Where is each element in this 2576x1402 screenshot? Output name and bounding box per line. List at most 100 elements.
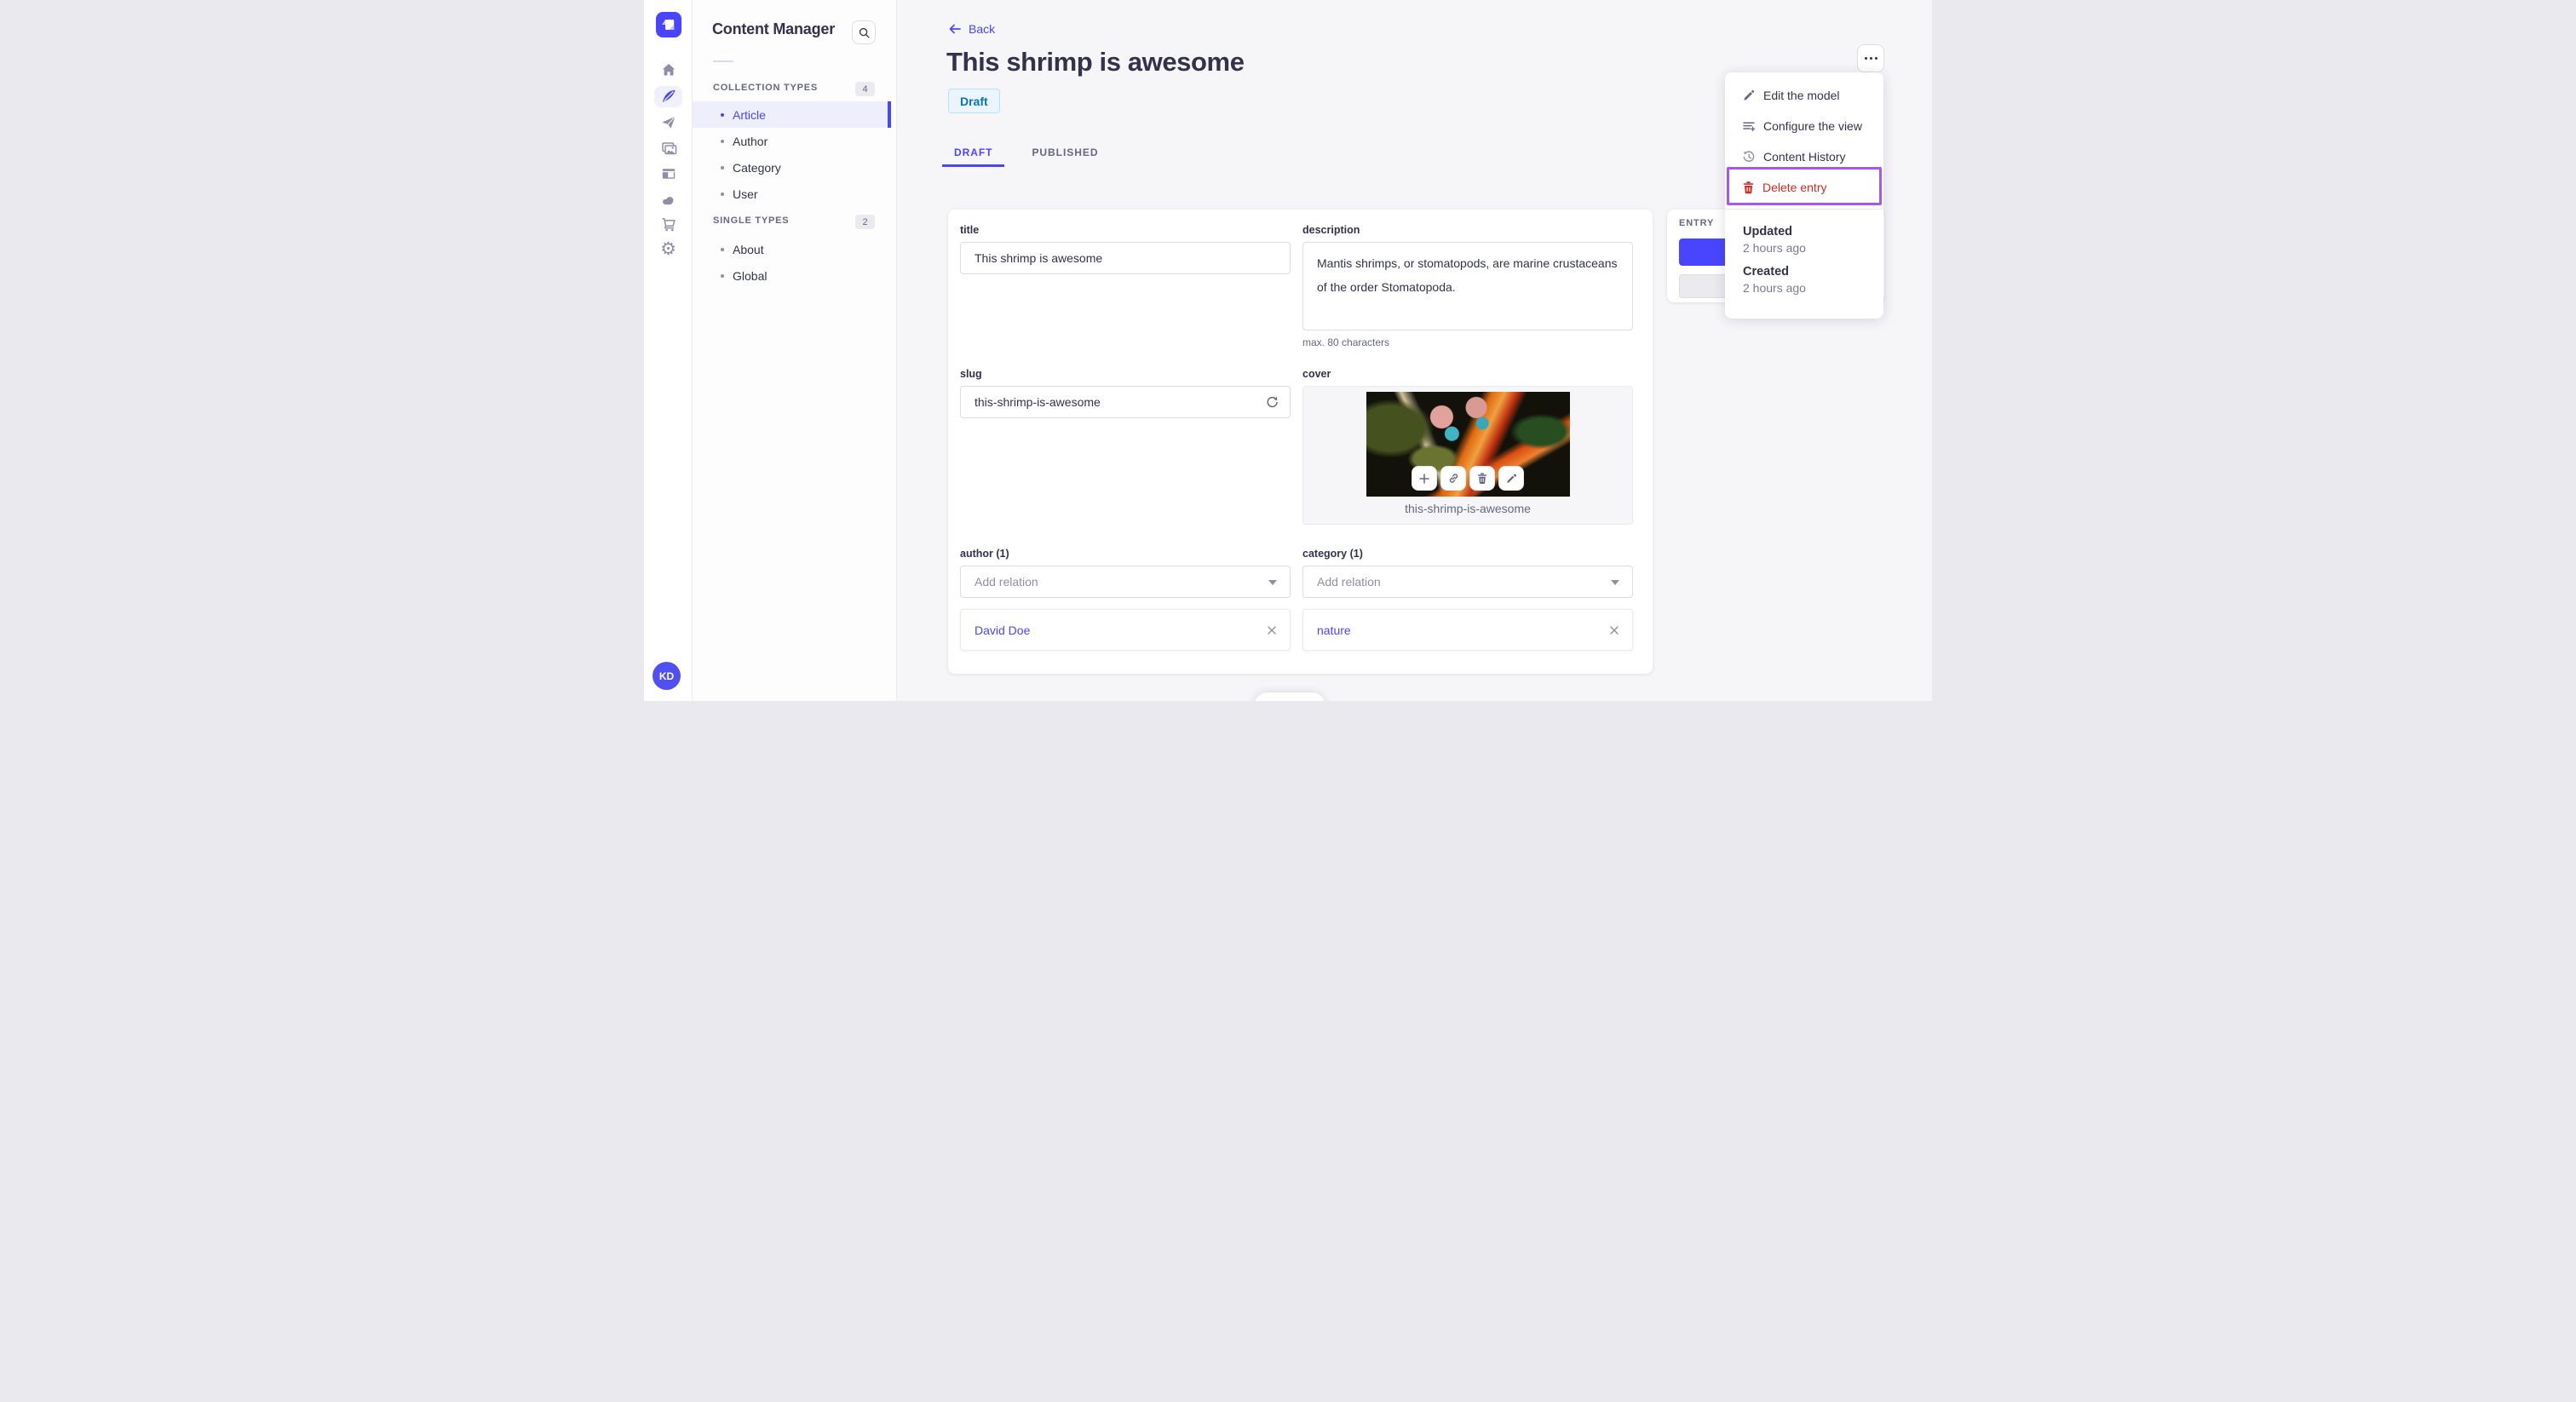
- home-icon[interactable]: [644, 60, 693, 80]
- search-icon: [859, 27, 870, 38]
- tab-draft[interactable]: DRAFT: [942, 139, 1005, 167]
- close-icon: [1268, 626, 1276, 635]
- bullet-icon: [721, 139, 724, 143]
- pencil-icon: [1507, 474, 1517, 483]
- status-badge: Draft: [948, 89, 1000, 113]
- copy-link-button[interactable]: [1440, 466, 1466, 491]
- remove-category-relation-button[interactable]: [1608, 624, 1620, 641]
- created-value: 2 hours ago: [1743, 281, 1806, 295]
- title-input[interactable]: [960, 242, 1291, 274]
- feather-icon[interactable]: [644, 86, 693, 106]
- plus-icon: [1419, 473, 1429, 484]
- menu-item-content-history[interactable]: Content History: [1725, 141, 1883, 172]
- strapi-logo-glyph: [662, 20, 675, 30]
- strapi-logo[interactable]: [656, 12, 681, 37]
- back-link[interactable]: Back: [948, 22, 995, 36]
- cover-label: cover: [1302, 368, 1331, 380]
- bullet-icon: [721, 192, 724, 196]
- link-icon: [1449, 474, 1458, 483]
- bullet-icon: [721, 165, 724, 170]
- menu-item-edit-the-model[interactable]: Edit the model: [1725, 80, 1883, 111]
- category-add-relation-combobox[interactable]: Add relation: [1302, 566, 1633, 598]
- refresh-icon: [1267, 396, 1278, 408]
- remove-author-relation-button[interactable]: [1266, 624, 1278, 641]
- history-icon: [1742, 150, 1756, 164]
- slug-label: slug: [960, 368, 982, 380]
- tab-bar: DRAFT PUBLISHED: [942, 139, 1110, 167]
- combobox-placeholder: Add relation: [1317, 575, 1381, 589]
- context-menu: Edit the model Configure the view Conten…: [1725, 72, 1883, 319]
- more-actions-button[interactable]: [1857, 44, 1884, 72]
- sidebar-item-author[interactable]: Author: [693, 128, 891, 154]
- bottom-floating-pill[interactable]: [1254, 692, 1325, 701]
- sidebar-item-label: Article: [733, 107, 766, 122]
- title-label: title: [960, 224, 980, 236]
- sidebar-item-about[interactable]: About: [693, 236, 891, 262]
- description-label: description: [1302, 224, 1360, 236]
- author-add-relation-combobox[interactable]: Add relation: [960, 566, 1291, 598]
- cloud-icon[interactable]: [644, 190, 693, 210]
- author-relation-link[interactable]: David Doe: [975, 623, 1030, 637]
- description-helper: max. 80 characters: [1302, 336, 1390, 348]
- page-title: This shrimp is awesome: [946, 47, 1245, 77]
- media-icon[interactable]: [644, 138, 693, 158]
- nav-rail: ⚙ KD: [644, 0, 693, 701]
- sidebar-item-user[interactable]: User: [693, 181, 891, 207]
- chevron-down-icon: [1268, 580, 1277, 585]
- paper-plane-icon[interactable]: [644, 112, 693, 133]
- sidebar-item-label: About: [733, 242, 764, 256]
- menu-item-label: Delete entry: [1762, 181, 1827, 194]
- bullet-icon: [721, 112, 724, 117]
- add-asset-button[interactable]: [1412, 466, 1437, 491]
- updated-meta: Updated 2 hours ago: [1743, 225, 1806, 255]
- field-title: title: [960, 224, 1291, 274]
- combobox-placeholder: Add relation: [975, 575, 1038, 589]
- menu-divider: [1725, 209, 1883, 210]
- content-manager-screen: ⚙ KD Content Manager COLLECTION TYPES 4 …: [644, 0, 1932, 701]
- search-button[interactable]: [852, 20, 876, 44]
- category-relation-link[interactable]: nature: [1317, 623, 1351, 637]
- field-slug: slug: [960, 368, 1291, 418]
- bullet-icon: [721, 247, 724, 251]
- regenerate-slug-button[interactable]: [1263, 394, 1280, 411]
- subnav-title: Content Manager: [712, 20, 836, 37]
- single-types-count-badge: 2: [855, 215, 875, 229]
- bullet-icon: [721, 273, 724, 278]
- updated-value: 2 hours ago: [1743, 241, 1806, 255]
- arrow-left-icon: [949, 24, 961, 34]
- cart-icon[interactable]: [644, 214, 693, 234]
- chevron-down-icon: [1611, 580, 1619, 585]
- menu-item-delete-entry[interactable]: Delete entry: [1725, 172, 1883, 203]
- section-single-types: SINGLE TYPES: [713, 215, 790, 226]
- entry-form-card: title description Mantis shrimps, or sto…: [948, 210, 1653, 674]
- menu-item-configure-the-view[interactable]: Configure the view: [1725, 111, 1883, 141]
- sidebar-item-article[interactable]: Article: [693, 101, 891, 128]
- menu-item-label: Configure the view: [1763, 119, 1862, 133]
- field-cover: cover this-shrimp-is-awesome: [1302, 368, 1633, 525]
- field-description: description Mantis shrimps, or stomatopo…: [1302, 224, 1633, 348]
- back-label: Back: [969, 22, 996, 36]
- tab-published[interactable]: PUBLISHED: [1020, 139, 1110, 165]
- created-meta: Created 2 hours ago: [1743, 265, 1806, 295]
- updated-label: Updated: [1743, 225, 1792, 238]
- sidebar-item-category[interactable]: Category: [693, 154, 891, 181]
- ellipsis-icon: [1864, 57, 1867, 60]
- layout-icon[interactable]: [644, 164, 693, 184]
- slug-input[interactable]: [960, 386, 1291, 418]
- subnav: Content Manager COLLECTION TYPES 4 Artic…: [693, 0, 897, 701]
- author-relation-item: David Doe: [960, 609, 1291, 651]
- pencil-icon: [1742, 89, 1756, 102]
- description-textarea[interactable]: Mantis shrimps, or stomatopods, are mari…: [1302, 242, 1633, 330]
- edit-asset-button[interactable]: [1498, 466, 1524, 491]
- gear-icon[interactable]: ⚙: [644, 238, 693, 259]
- field-category: category (1) Add relation nature: [1302, 548, 1633, 651]
- category-label: category (1): [1302, 548, 1363, 560]
- cover-caption: this-shrimp-is-awesome: [1405, 502, 1531, 515]
- trash-icon: [1478, 473, 1486, 484]
- sidebar-item-global[interactable]: Global: [693, 262, 891, 289]
- configure-icon: [1742, 119, 1756, 133]
- delete-asset-button[interactable]: [1469, 466, 1495, 491]
- avatar[interactable]: KD: [653, 662, 681, 690]
- created-label: Created: [1743, 265, 1789, 279]
- sidebar-item-label: Author: [733, 134, 768, 148]
